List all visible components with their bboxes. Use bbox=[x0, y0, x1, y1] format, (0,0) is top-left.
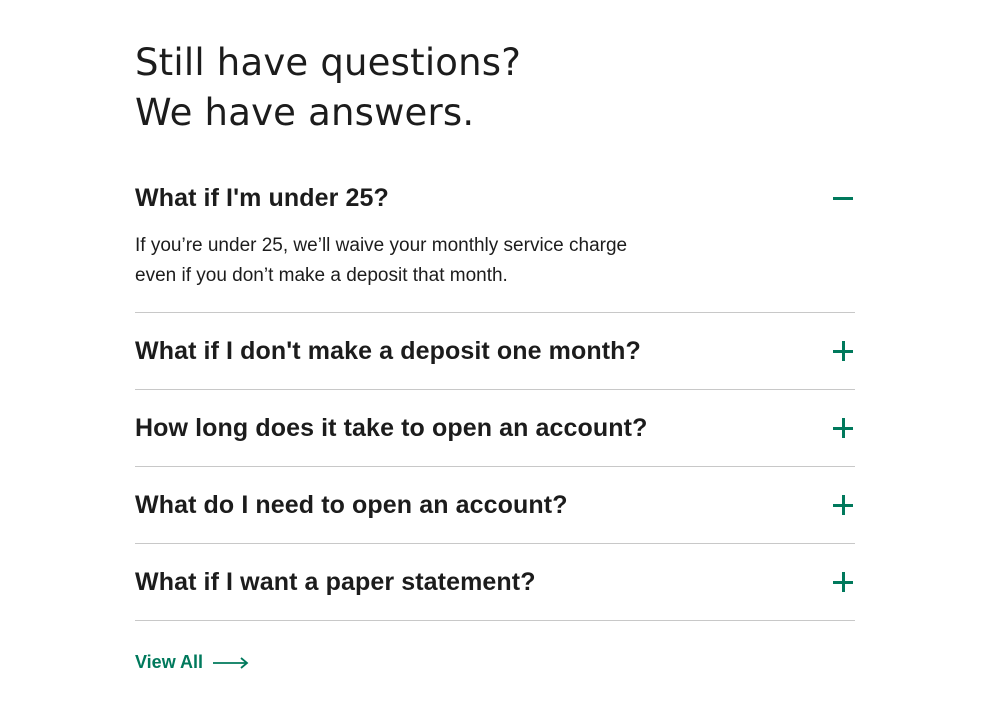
faq-section: Still have questions? We have answers. W… bbox=[135, 0, 855, 621]
faq-question-toggle[interactable]: What if I don't make a deposit one month… bbox=[135, 313, 855, 389]
faq-question-toggle[interactable]: What do I need to open an account? bbox=[135, 467, 855, 543]
faq-item-open-time: How long does it take to open an account… bbox=[135, 390, 855, 467]
faq-question-toggle[interactable]: What if I want a paper statement? bbox=[135, 544, 855, 620]
faq-heading-line-1: Still have questions? bbox=[135, 41, 522, 84]
faq-item-under-25: What if I'm under 25? If you’re under 25… bbox=[135, 179, 855, 313]
faq-item-requirements: What do I need to open an account? bbox=[135, 467, 855, 544]
minus-icon[interactable] bbox=[832, 187, 854, 209]
faq-question-toggle[interactable]: How long does it take to open an account… bbox=[135, 390, 855, 466]
plus-icon[interactable] bbox=[832, 571, 854, 593]
faq-question-toggle[interactable]: What if I'm under 25? bbox=[135, 179, 855, 217]
faq-question: What if I'm under 25? bbox=[135, 183, 389, 212]
faq-item-paper-statement: What if I want a paper statement? bbox=[135, 544, 855, 621]
view-all-label: View All bbox=[135, 652, 204, 672]
faq-item-no-deposit: What if I don't make a deposit one month… bbox=[135, 313, 855, 390]
view-all-link[interactable]: View All bbox=[135, 652, 249, 673]
plus-icon[interactable] bbox=[832, 417, 854, 439]
faq-heading-line-2: We have answers. bbox=[135, 91, 475, 134]
plus-icon[interactable] bbox=[832, 340, 854, 362]
faq-heading: Still have questions? We have answers. bbox=[135, 0, 855, 138]
plus-icon[interactable] bbox=[832, 494, 854, 516]
faq-list: What if I'm under 25? If you’re under 25… bbox=[135, 179, 855, 621]
faq-question: What if I want a paper statement? bbox=[135, 567, 536, 596]
faq-answer: If you’re under 25, we’ll waive your mon… bbox=[135, 235, 628, 286]
faq-question: What if I don't make a deposit one month… bbox=[135, 336, 641, 365]
arrow-right-icon bbox=[213, 656, 249, 669]
faq-question: What do I need to open an account? bbox=[135, 490, 568, 519]
faq-question: How long does it take to open an account… bbox=[135, 413, 648, 442]
